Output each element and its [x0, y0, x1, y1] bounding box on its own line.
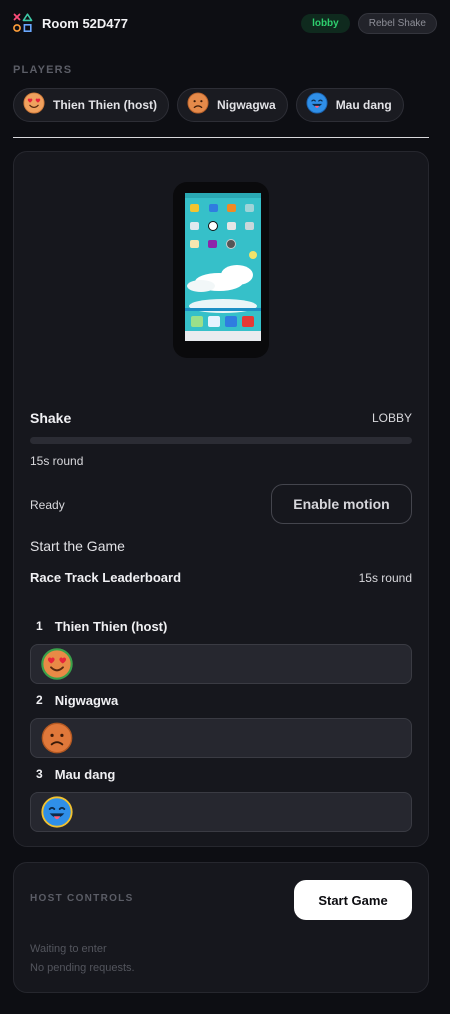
leaderboard-rank: 2	[36, 693, 43, 707]
round-duration-label: 15s round	[30, 454, 84, 468]
tongue-out-emoji-icon	[41, 796, 73, 833]
start-game-button[interactable]: Start Game	[294, 880, 412, 920]
status-badge: lobby	[301, 13, 350, 33]
leaderboard-entry: 1 Thien Thien (host)	[30, 616, 412, 684]
race-track-lane	[30, 718, 412, 758]
players-section-label: PLAYERS	[13, 64, 73, 76]
start-game-heading: Start the Game	[30, 538, 125, 554]
player-name: Nigwagwa	[217, 98, 276, 112]
shake-progress-bar	[30, 437, 412, 444]
leaderboard-title: Race Track Leaderboard	[30, 570, 182, 585]
leaderboard-rank: 1	[36, 619, 43, 633]
frown-emoji-icon	[187, 91, 209, 119]
phone-illustration	[171, 182, 271, 358]
tongue-out-emoji-icon	[306, 91, 328, 119]
waiting-to-enter-label: Waiting to enter	[30, 943, 107, 955]
player-chip-thien[interactable]: Thien Thien (host)	[13, 88, 169, 122]
player-name: Thien Thien (host)	[53, 98, 157, 112]
host-controls-label: HOST CONTROLS	[30, 893, 134, 904]
leaderboard-player-name: Thien Thien (host)	[54, 618, 168, 634]
frown-emoji-icon	[41, 722, 73, 759]
race-track-lane	[30, 644, 412, 684]
header: Room 52D477 lobby Rebel Shake	[0, 0, 450, 46]
enable-motion-button[interactable]: Enable motion	[271, 484, 412, 524]
host-controls-card: HOST CONTROLS Start Game Waiting to ente…	[13, 862, 429, 993]
race-track-lane	[30, 792, 412, 832]
leaderboard-entry: 2 Nigwagwa	[30, 690, 412, 758]
game-card: Shake LOBBY 15s round Ready Enable motio…	[13, 151, 429, 847]
room-title: Room 52D477	[42, 15, 128, 31]
player-chip-nigwagwa[interactable]: Nigwagwa	[177, 88, 288, 122]
game-title: Shake	[30, 410, 72, 426]
leaderboard-player-name: Mau dang	[54, 766, 116, 782]
pending-requests-text: No pending requests.	[30, 962, 135, 974]
leaderboard-entry: 3 Mau dang	[30, 764, 412, 832]
playstation-shapes-logo-icon	[13, 13, 33, 33]
players-list: Thien Thien (host) Nigwagwa Mau dang	[13, 88, 404, 122]
heart-eyes-emoji-icon	[23, 91, 45, 119]
player-chip-mau-dang[interactable]: Mau dang	[295, 88, 404, 122]
leaderboard-rank: 3	[36, 767, 43, 781]
leaderboard-round: 15s round	[358, 570, 412, 585]
game-state-label: LOBBY	[371, 411, 412, 425]
heart-eyes-emoji-icon	[41, 648, 73, 685]
leaderboard-player-name: Nigwagwa	[54, 692, 119, 708]
player-name: Mau dang	[335, 98, 392, 112]
game-mode-badge[interactable]: Rebel Shake	[357, 12, 437, 34]
motion-status: Ready	[30, 498, 65, 512]
section-divider	[13, 137, 429, 138]
